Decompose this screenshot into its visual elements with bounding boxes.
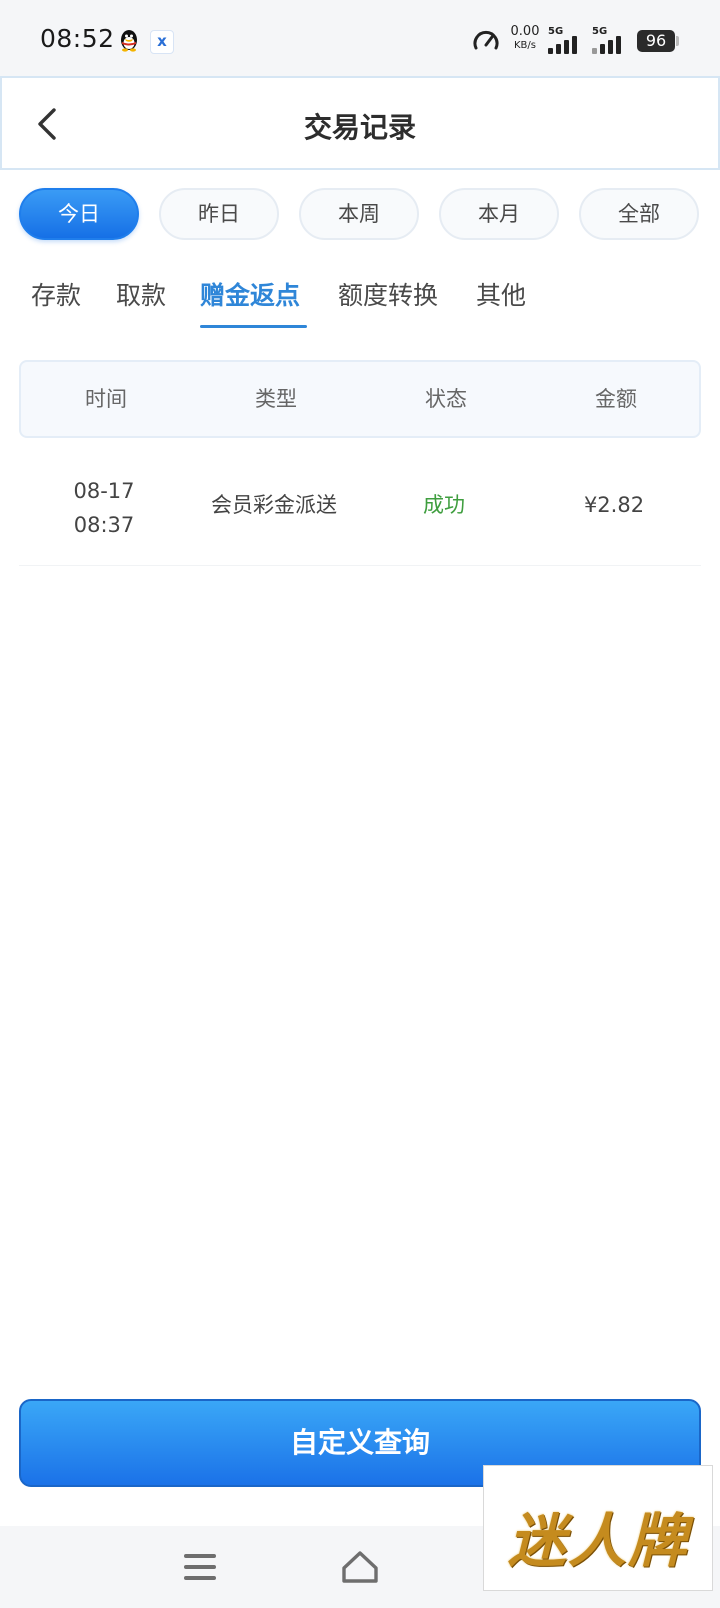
tab-bonus-rebate[interactable]: 赠金返点 <box>200 276 300 312</box>
column-header-amount: 金额 <box>595 387 637 411</box>
active-tab-indicator <box>200 325 307 328</box>
row-type: 会员彩金派送 <box>211 493 337 517</box>
date-filter-all[interactable]: 全部 <box>579 188 699 240</box>
network-speed: 0.00 KB/s <box>508 24 542 52</box>
date-filter-week[interactable]: 本周 <box>299 188 419 240</box>
tab-deposit[interactable]: 存款 <box>31 276 81 312</box>
status-bar: 08:52 x 0.00 KB/s 5G 5G 96 <box>0 0 720 76</box>
column-header-status: 状态 <box>425 387 467 411</box>
date-filter-month[interactable]: 本月 <box>439 188 559 240</box>
page-header: 交易记录 <box>0 76 720 170</box>
tab-other[interactable]: 其他 <box>476 276 526 312</box>
network-speed-value: 0.00 <box>510 24 540 39</box>
home-icon[interactable] <box>340 1548 380 1584</box>
row-date: 08-17 <box>73 479 135 503</box>
signal-label: 5G <box>548 26 564 37</box>
row-datetime: 08-17 08:37 <box>19 474 189 542</box>
qq-penguin-icon <box>121 30 137 52</box>
watermark-logo: 迷人牌 <box>483 1465 713 1591</box>
signal-label-2: 5G <box>592 26 608 37</box>
network-speed-unit: KB/s <box>514 40 536 51</box>
speedometer-icon <box>473 30 499 50</box>
row-time: 08:37 <box>73 513 135 537</box>
date-filter-today[interactable]: 今日 <box>19 188 139 240</box>
table-row: 08-17 08:37 会员彩金派送 成功 ¥2.82 <box>19 446 701 566</box>
tab-quota-transfer[interactable]: 额度转换 <box>338 276 438 312</box>
battery-icon: 96 <box>637 30 675 52</box>
signal-icon-2: 5G <box>592 26 632 54</box>
signal-icon: 5G <box>548 26 588 54</box>
page-title: 交易记录 <box>303 111 416 144</box>
column-header-type: 类型 <box>255 387 297 411</box>
row-status: 成功 <box>423 493 465 517</box>
tab-withdraw[interactable]: 取款 <box>116 276 166 312</box>
table-header: 时间 类型 状态 金额 <box>19 360 701 438</box>
battery-tip <box>676 36 679 46</box>
app-notification-icon: x <box>150 30 174 54</box>
column-header-time: 时间 <box>85 387 127 411</box>
menu-icon[interactable] <box>184 1554 216 1580</box>
date-filter-yesterday[interactable]: 昨日 <box>159 188 279 240</box>
status-time: 08:52 <box>40 24 115 53</box>
watermark-text: 迷人牌 <box>507 1507 688 1575</box>
row-amount: ¥2.82 <box>583 493 645 517</box>
